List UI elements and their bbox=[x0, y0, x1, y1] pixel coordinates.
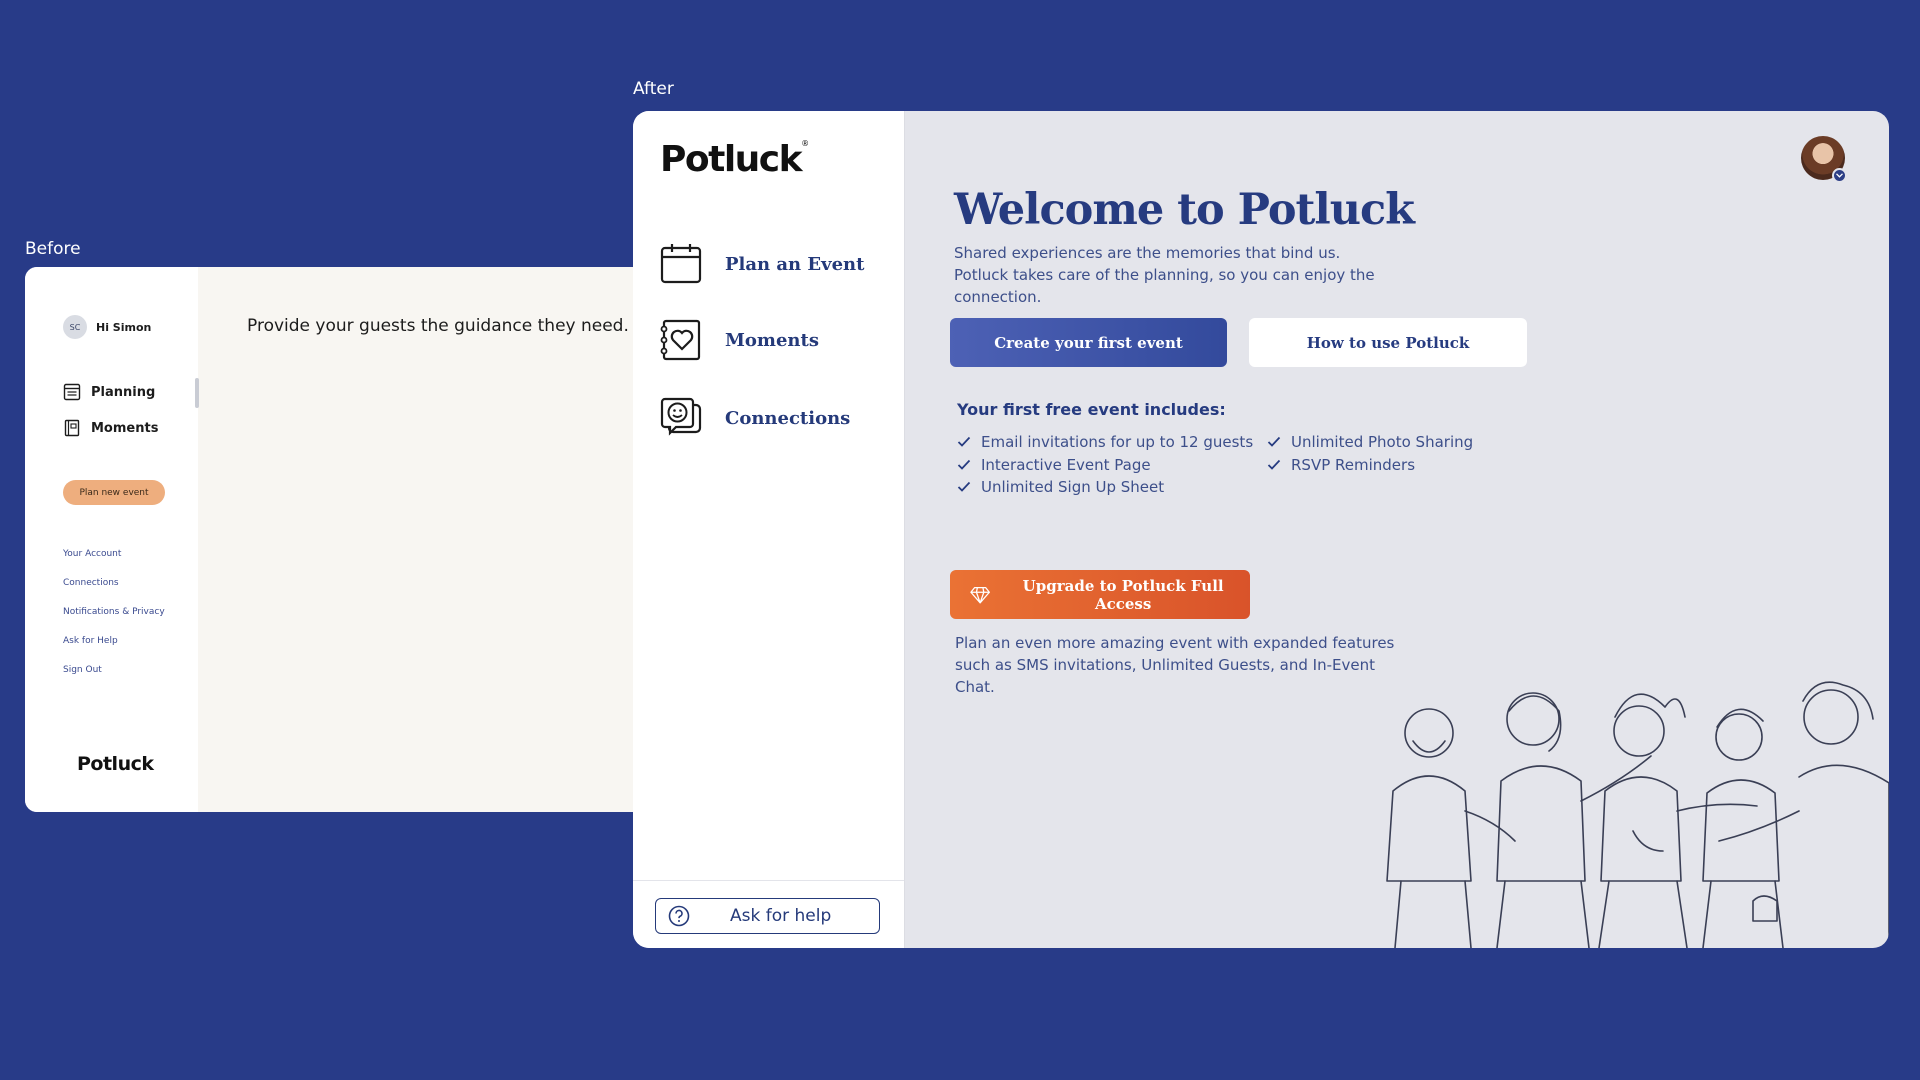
ask-for-help-button[interactable]: Ask for help bbox=[655, 898, 880, 934]
sidebar-item-label: Moments bbox=[91, 420, 159, 436]
feature-item: RSVP Reminders bbox=[1267, 454, 1473, 477]
before-sidebar: SC Hi Simon Planning Moments Plan new ev… bbox=[25, 267, 198, 812]
feature-label: RSVP Reminders bbox=[1291, 455, 1416, 474]
guidance-text: Provide your guests the guidance they ne… bbox=[247, 316, 629, 336]
link-connections[interactable]: Connections bbox=[63, 578, 165, 607]
sidebar-item-plan-event[interactable]: Plan an Event bbox=[659, 242, 864, 286]
ask-for-help-label: Ask for help bbox=[730, 906, 832, 926]
sidebar-item-moments[interactable]: Moments bbox=[659, 318, 819, 362]
sidebar-item-planning[interactable]: Planning bbox=[63, 383, 155, 401]
feature-item: Email invitations for up to 12 guests bbox=[957, 431, 1253, 454]
feature-item: Unlimited Photo Sharing bbox=[1267, 431, 1473, 454]
sidebar-item-label: Planning bbox=[91, 384, 156, 400]
check-icon bbox=[1267, 459, 1281, 470]
before-screen: SC Hi Simon Planning Moments Plan new ev… bbox=[25, 267, 645, 812]
diamond-icon bbox=[970, 586, 990, 603]
after-sidebar: Potluck® Plan an Event Moments Connectio… bbox=[633, 111, 905, 948]
check-icon bbox=[957, 459, 971, 470]
logo-text: Potluck bbox=[660, 139, 803, 180]
user-greeting[interactable]: SC Hi Simon bbox=[63, 315, 151, 339]
calendar-icon bbox=[660, 244, 702, 284]
page-subtitle: Shared experiences are the memories that… bbox=[954, 244, 1375, 306]
scrollbar[interactable] bbox=[195, 378, 199, 408]
journal-icon bbox=[64, 419, 80, 437]
create-first-event-button[interactable]: Create your first event bbox=[950, 318, 1227, 367]
potluck-logo: Potluck bbox=[77, 753, 154, 775]
sidebar-item-label: Plan an Event bbox=[725, 253, 865, 275]
account-links: Your Account Connections Notifications &… bbox=[63, 549, 165, 694]
after-label: After bbox=[633, 79, 674, 99]
greeting-text: Hi Simon bbox=[96, 320, 152, 334]
upgrade-button[interactable]: Upgrade to Potluck Full Access bbox=[950, 570, 1250, 619]
sidebar-divider bbox=[633, 880, 904, 881]
link-ask-for-help[interactable]: Ask for Help bbox=[63, 636, 165, 665]
potluck-logo[interactable]: Potluck® bbox=[660, 139, 809, 180]
question-icon bbox=[668, 905, 690, 927]
chevron-down-icon[interactable] bbox=[1832, 168, 1847, 183]
page-title: Welcome to Potluck bbox=[954, 185, 1415, 235]
link-your-account[interactable]: Your Account bbox=[63, 549, 165, 578]
sidebar-item-label: Moments bbox=[725, 329, 819, 351]
feature-item: Interactive Event Page bbox=[957, 454, 1253, 477]
upgrade-label: Upgrade to Potluck Full Access bbox=[1022, 576, 1224, 613]
calendar-list-icon bbox=[63, 383, 81, 401]
features-left: Email invitations for up to 12 guests In… bbox=[957, 431, 1253, 499]
plan-new-event-button[interactable]: Plan new event bbox=[63, 480, 165, 505]
heart-journal-icon bbox=[660, 319, 701, 361]
smile-chat-icon bbox=[660, 397, 702, 436]
features-right: Unlimited Photo Sharing RSVP Reminders bbox=[1267, 431, 1473, 476]
feature-label: Interactive Event Page bbox=[981, 455, 1151, 474]
registered-mark: ® bbox=[801, 139, 809, 148]
after-screen: Potluck® Plan an Event Moments Connectio… bbox=[633, 111, 1889, 948]
sidebar-item-moments[interactable]: Moments bbox=[63, 419, 158, 437]
friends-illustration bbox=[1386, 681, 1889, 948]
check-icon bbox=[957, 437, 971, 448]
link-sign-out[interactable]: Sign Out bbox=[63, 665, 165, 694]
how-to-use-button[interactable]: How to use Potluck bbox=[1249, 318, 1527, 367]
sidebar-item-connections[interactable]: Connections bbox=[659, 396, 850, 440]
check-icon bbox=[957, 482, 971, 493]
includes-title: Your first free event includes: bbox=[957, 400, 1226, 419]
feature-label: Unlimited Photo Sharing bbox=[1291, 433, 1474, 452]
feature-label: Unlimited Sign Up Sheet bbox=[981, 478, 1165, 497]
sidebar-item-label: Connections bbox=[725, 407, 851, 429]
feature-item: Unlimited Sign Up Sheet bbox=[957, 476, 1253, 499]
before-label: Before bbox=[25, 239, 81, 259]
check-icon bbox=[1267, 437, 1281, 448]
link-notifications-privacy[interactable]: Notifications & Privacy bbox=[63, 607, 165, 636]
avatar[interactable]: SC bbox=[63, 315, 87, 339]
feature-label: Email invitations for up to 12 guests bbox=[981, 433, 1254, 452]
